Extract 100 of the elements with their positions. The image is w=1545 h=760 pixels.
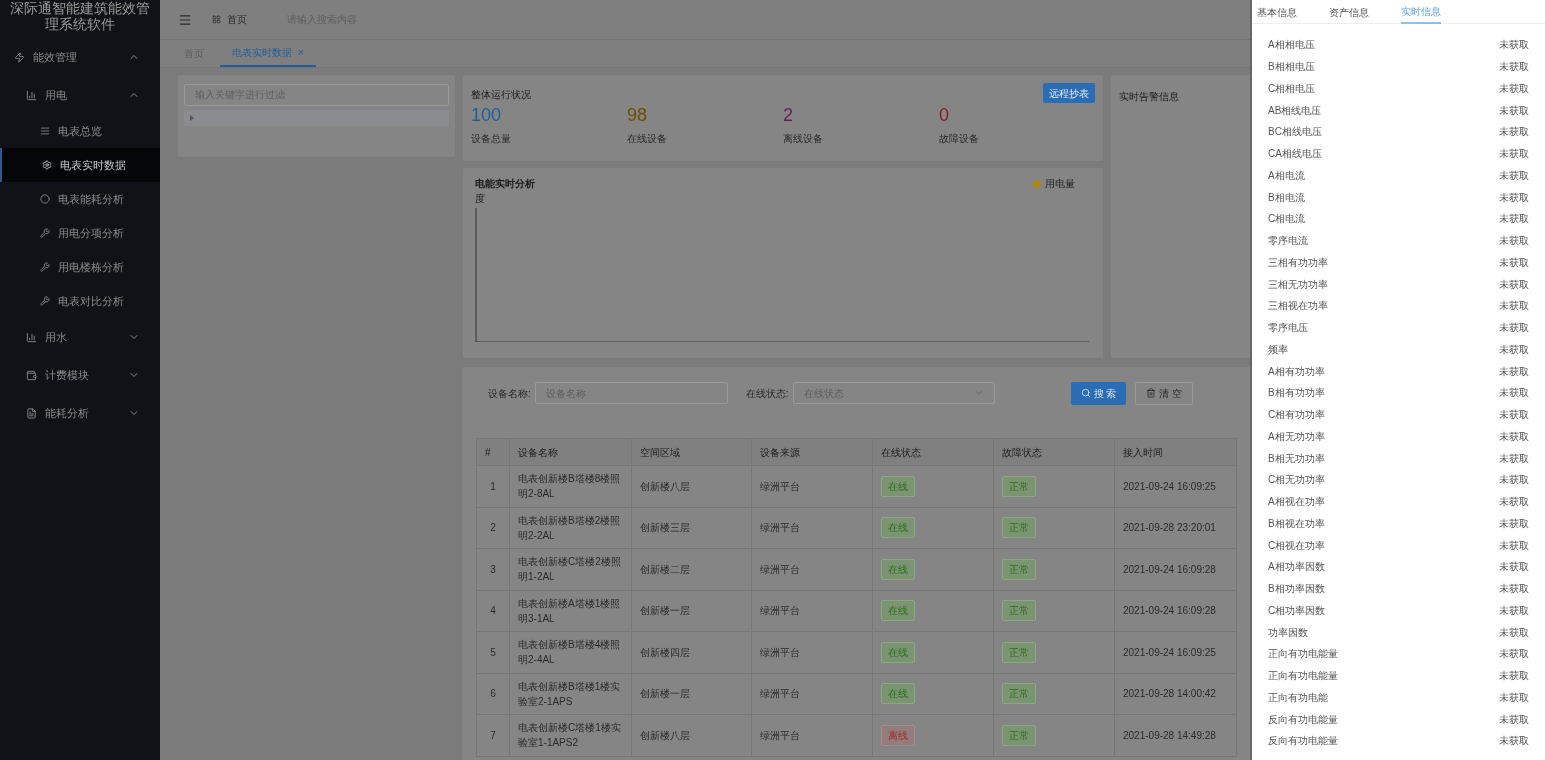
sidebar-group[interactable]: 能效管理 [0,38,160,76]
status-tag: 正常 [1002,683,1036,705]
field-value: 未获取 [1499,516,1529,531]
table-cell: 电表创新楼B塔楼8楼照明2-8AL [509,465,632,507]
axis-unit: 度 [475,192,485,206]
table-cell: 3 [476,548,510,590]
field-label: AB相线电压 [1268,103,1322,118]
field-value: 未获取 [1499,451,1529,466]
status-tag: 正常 [1002,724,1036,746]
search-icon [1080,388,1091,398]
field-value: 未获取 [1499,299,1529,314]
bar-chart-icon [26,89,37,101]
remote-read-button[interactable]: 远程抄表 [1043,83,1095,103]
table-cell: 电表创新楼C塔楼1楼实验室1-1APS2 [509,714,632,756]
column-header: 设备名称 [509,438,632,466]
column-header: 接入时间 [1114,438,1237,466]
field-label: 频率 [1268,342,1288,357]
list-icon [40,126,50,136]
column-header: # [476,438,510,466]
table-cell: 6 [476,673,510,715]
bar-chart-icon [26,331,37,343]
sidebar-item[interactable]: 电表总览 [0,114,160,148]
field-value: 未获取 [1499,38,1529,53]
status-tag: 在线 [881,517,915,539]
home-link[interactable]: 首页 [212,12,247,27]
stat-value: 0 [939,105,950,125]
field-value: 未获取 [1499,734,1529,749]
table-cell: 创新楼八层 [631,714,752,756]
field-label: 零序电流 [1268,234,1308,249]
field-value: 未获取 [1499,60,1529,75]
field-value: 未获取 [1499,234,1529,249]
stat-value: 98 [627,105,649,125]
wrench-icon [40,228,50,238]
table-cell: 电表创新楼A塔楼1楼照明3-1AL [509,590,632,632]
field-label: B相有功功率 [1268,386,1325,401]
sidebar-item[interactable]: 用电分项分析 [0,216,160,250]
sidebar-item[interactable]: 电表对比分析 [0,284,160,318]
field-label: B相相电压 [1268,60,1315,75]
card-title: 整体运行状况 [471,88,531,102]
table-cell: 1 [476,465,510,507]
table-cell: 绿洲平台 [751,673,873,715]
card-title: 电能实时分析 [475,177,535,191]
field-value: 未获取 [1499,81,1529,96]
field-label: 三相视在功率 [1268,299,1328,314]
table-cell: 4 [476,590,510,632]
field-label: A相电流 [1268,168,1305,183]
drawer-tab[interactable]: 资产信息 [1329,0,1369,24]
circle-icon [40,194,50,204]
table-cell: 2021-09-28 14:00:42 [1114,673,1237,715]
table-cell: 2021-09-24 16:09:25 [1114,631,1237,673]
field-value: 未获取 [1499,538,1529,553]
sidebar-item[interactable]: 用电楼栋分析 [0,250,160,284]
field-value: 未获取 [1499,125,1529,140]
column-header: 设备来源 [751,438,873,466]
field-value: 未获取 [1499,342,1529,357]
table-cell: 2021-09-24 16:09:25 [1114,465,1237,507]
field-value: 未获取 [1499,277,1529,292]
drawer-tab[interactable]: 基本信息 [1257,0,1297,24]
card-title: 实时告警信息 [1119,91,1179,102]
table-cell: 7 [476,714,510,756]
clear-button[interactable]: 清 空 [1135,381,1194,405]
column-header: 故障状态 [993,438,1115,466]
stat-value: 2 [783,105,794,125]
field-label: 三相有功功率 [1268,255,1328,270]
stat-label: 在线设备 [627,132,668,146]
document-icon [26,407,37,419]
grid-icon [212,15,221,24]
stat-label: 离线设备 [783,132,824,146]
field-value: 未获取 [1499,712,1529,727]
status-tag: 离线 [881,724,915,746]
field-label: A相无功功率 [1268,429,1325,444]
field-label: B相无功功率 [1268,451,1325,466]
field-value: 未获取 [1499,603,1529,618]
table-cell: 绿洲平台 [751,548,873,590]
stat-label: 设备总量 [471,132,512,146]
status-tag: 在线 [881,558,915,580]
field-value: 未获取 [1499,103,1529,118]
sidebar-group[interactable]: 能耗分析 [0,394,160,432]
field-value: 未获取 [1499,168,1529,183]
sidebar-item[interactable]: 电表实时数据 [0,148,160,182]
column-header: 空间区域 [631,438,752,466]
column-header: 在线状态 [872,438,994,466]
sidebar-group[interactable]: 用水 [0,318,160,356]
status-tag: 在线 [881,683,915,705]
app-title: 深际通智能建筑能效管理系统软件 [9,0,151,34]
field-value: 未获取 [1499,190,1529,205]
sidebar-item[interactable]: 电表能耗分析 [0,182,160,216]
table-cell: 2021-09-24 16:09:28 [1114,590,1237,632]
sidebar-group[interactable]: 用电 [0,76,160,114]
drawer-tab[interactable]: 实时信息 [1401,0,1441,24]
search-button[interactable]: 搜 索 [1070,381,1127,405]
status-tag: 在线 [881,600,915,622]
sidebar-group[interactable]: 计费模块 [0,356,160,394]
table-cell: 创新楼三层 [631,507,752,549]
table-cell: 绿洲平台 [751,714,873,756]
menu-icon[interactable] [178,12,192,27]
table-cell: 5 [476,631,510,673]
table-cell: 电表创新楼B塔楼2楼照明2-2AL [509,507,632,549]
table-cell: 绿洲平台 [751,631,873,673]
field-value: 未获取 [1499,690,1529,705]
